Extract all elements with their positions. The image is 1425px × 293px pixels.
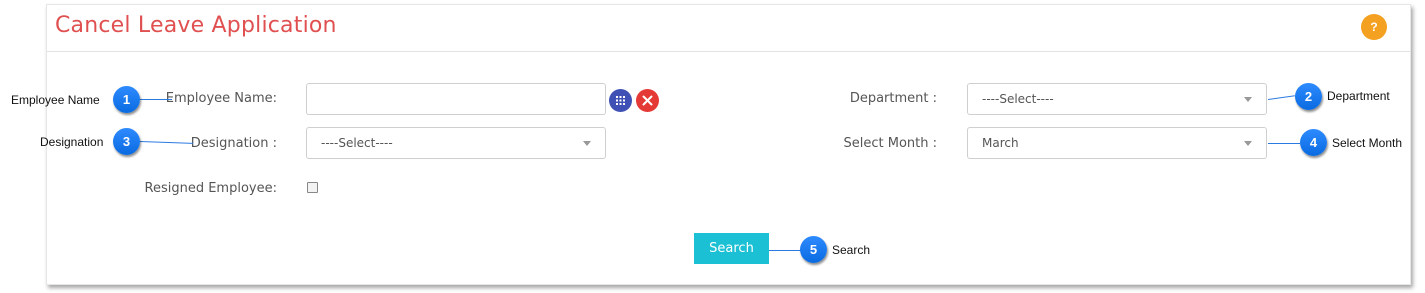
callout-line-1: [140, 99, 172, 100]
month-selected-value: March: [982, 136, 1019, 150]
department-select[interactable]: ----Select----: [967, 83, 1267, 115]
resigned-employee-label: Resigned Employee:: [144, 181, 277, 196]
callout-text-search: Search: [832, 243, 871, 257]
clear-employee-button[interactable]: [636, 89, 659, 112]
callout-text-employee-name: Employee Name: [11, 93, 100, 107]
month-select[interactable]: March: [967, 127, 1267, 159]
callout-badge-2: 2: [1295, 83, 1322, 110]
callout-line-5: [769, 250, 801, 251]
employee-name-input[interactable]: [306, 83, 606, 115]
chevron-down-icon: [1244, 141, 1252, 146]
cancel-leave-panel: Cancel Leave Application ? Employee Name…: [46, 4, 1411, 285]
callout-badge-3: 3: [113, 128, 140, 155]
close-icon: [642, 95, 653, 106]
panel-header: Cancel Leave Application ?: [47, 5, 1410, 52]
select-month-label: Select Month :: [843, 136, 938, 151]
callout-text-select-month: Select Month: [1332, 136, 1403, 150]
callout-badge-4: 4: [1300, 129, 1327, 156]
chevron-down-icon: [1244, 97, 1252, 102]
designation-selected-value: ----Select----: [321, 136, 393, 150]
help-button[interactable]: ?: [1361, 14, 1387, 40]
callout-line-4: [1268, 143, 1300, 144]
department-label: Department :: [849, 91, 937, 106]
page-title: Cancel Leave Application: [55, 13, 337, 38]
callout-text-designation: Designation: [40, 135, 104, 149]
callout-badge-1: 1: [113, 86, 140, 113]
callout-text-department: Department: [1327, 89, 1390, 103]
callout-badge-5: 5: [800, 236, 827, 263]
search-button[interactable]: Search: [694, 233, 769, 264]
chevron-down-icon: [583, 141, 591, 146]
department-selected-value: ----Select----: [982, 92, 1054, 106]
employee-picker-button[interactable]: [609, 89, 632, 112]
designation-select[interactable]: ----Select----: [306, 127, 606, 159]
grid-icon: [616, 96, 625, 105]
resigned-employee-checkbox[interactable]: [307, 182, 318, 193]
designation-label: Designation :: [190, 136, 277, 151]
